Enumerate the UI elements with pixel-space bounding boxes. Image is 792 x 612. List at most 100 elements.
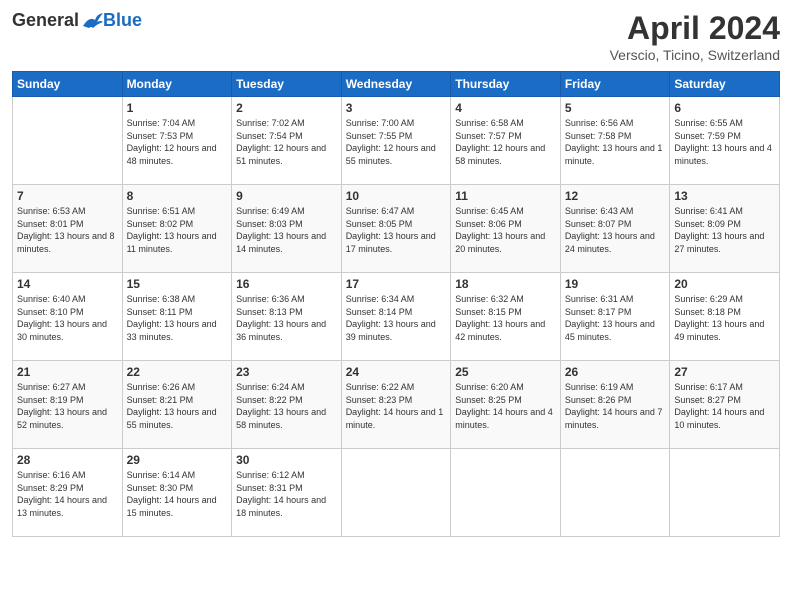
- day-number: 27: [674, 365, 775, 379]
- day-info: Sunrise: 6:17 AM Sunset: 8:27 PM Dayligh…: [674, 381, 775, 431]
- day-number: 7: [17, 189, 118, 203]
- day-info: Sunrise: 6:51 AM Sunset: 8:02 PM Dayligh…: [127, 205, 228, 255]
- table-row: 5 Sunrise: 6:56 AM Sunset: 7:58 PM Daylig…: [560, 97, 670, 185]
- table-row: [560, 449, 670, 537]
- month-title: April 2024: [610, 10, 780, 47]
- day-info: Sunrise: 6:38 AM Sunset: 8:11 PM Dayligh…: [127, 293, 228, 343]
- day-info: Sunrise: 6:19 AM Sunset: 8:26 PM Dayligh…: [565, 381, 666, 431]
- calendar-week-row: 1 Sunrise: 7:04 AM Sunset: 7:53 PM Daylig…: [13, 97, 780, 185]
- day-number: 26: [565, 365, 666, 379]
- day-number: 3: [346, 101, 447, 115]
- calendar-week-row: 7 Sunrise: 6:53 AM Sunset: 8:01 PM Daylig…: [13, 185, 780, 273]
- table-row: 14 Sunrise: 6:40 AM Sunset: 8:10 PM Dayli…: [13, 273, 123, 361]
- day-info: Sunrise: 6:56 AM Sunset: 7:58 PM Dayligh…: [565, 117, 666, 167]
- calendar-week-row: 21Sunrise: 6:27 AM Sunset: 8:19 PM Dayli…: [13, 361, 780, 449]
- day-info: Sunrise: 6:31 AM Sunset: 8:17 PM Dayligh…: [565, 293, 666, 343]
- table-row: 6 Sunrise: 6:55 AM Sunset: 7:59 PM Daylig…: [670, 97, 780, 185]
- table-row: 29 Sunrise: 6:14 AM Sunset: 8:30 PM Dayli…: [122, 449, 232, 537]
- calendar-header-row: Sunday Monday Tuesday Wednesday Thursday…: [13, 72, 780, 97]
- logo-blue-text: Blue: [103, 10, 142, 31]
- col-wednesday: Wednesday: [341, 72, 451, 97]
- table-row: 7 Sunrise: 6:53 AM Sunset: 8:01 PM Daylig…: [13, 185, 123, 273]
- col-tuesday: Tuesday: [232, 72, 342, 97]
- day-number: 20: [674, 277, 775, 291]
- table-row: 13 Sunrise: 6:41 AM Sunset: 8:09 PM Dayli…: [670, 185, 780, 273]
- logo-general-text: General: [12, 10, 79, 31]
- day-number: 15: [127, 277, 228, 291]
- col-monday: Monday: [122, 72, 232, 97]
- day-info: Sunrise: 6:41 AM Sunset: 8:09 PM Dayligh…: [674, 205, 775, 255]
- day-info: Sunrise: 6:43 AM Sunset: 8:07 PM Dayligh…: [565, 205, 666, 255]
- day-number: 16: [236, 277, 337, 291]
- day-info: Sunrise: 6:55 AM Sunset: 7:59 PM Dayligh…: [674, 117, 775, 167]
- day-number: 2: [236, 101, 337, 115]
- table-row: 8 Sunrise: 6:51 AM Sunset: 8:02 PM Daylig…: [122, 185, 232, 273]
- table-row: 16 Sunrise: 6:36 AM Sunset: 8:13 PM Dayli…: [232, 273, 342, 361]
- calendar-week-row: 28Sunrise: 6:16 AM Sunset: 8:29 PM Dayli…: [13, 449, 780, 537]
- day-number: 29: [127, 453, 228, 467]
- day-info: Sunrise: 6:22 AM Sunset: 8:23 PM Dayligh…: [346, 381, 447, 431]
- day-info: Sunrise: 6:29 AM Sunset: 8:18 PM Dayligh…: [674, 293, 775, 343]
- day-info: Sunrise: 6:27 AM Sunset: 8:19 PM Dayligh…: [17, 381, 118, 431]
- day-number: 8: [127, 189, 228, 203]
- day-number: 14: [17, 277, 118, 291]
- day-info: Sunrise: 6:47 AM Sunset: 8:05 PM Dayligh…: [346, 205, 447, 255]
- day-number: 1: [127, 101, 228, 115]
- table-row: 25 Sunrise: 6:20 AM Sunset: 8:25 PM Dayli…: [451, 361, 561, 449]
- day-number: 28: [17, 453, 118, 467]
- day-number: 25: [455, 365, 556, 379]
- calendar-table: Sunday Monday Tuesday Wednesday Thursday…: [12, 71, 780, 537]
- table-row: [341, 449, 451, 537]
- col-saturday: Saturday: [670, 72, 780, 97]
- day-number: 30: [236, 453, 337, 467]
- table-row: [13, 97, 123, 185]
- day-info: Sunrise: 6:32 AM Sunset: 8:15 PM Dayligh…: [455, 293, 556, 343]
- day-info: Sunrise: 7:04 AM Sunset: 7:53 PM Dayligh…: [127, 117, 228, 167]
- table-row: 3Sunrise: 7:00 AM Sunset: 7:55 PM Daylig…: [341, 97, 451, 185]
- table-row: 17Sunrise: 6:34 AM Sunset: 8:14 PM Dayli…: [341, 273, 451, 361]
- table-row: 9 Sunrise: 6:49 AM Sunset: 8:03 PM Daylig…: [232, 185, 342, 273]
- table-row: 28Sunrise: 6:16 AM Sunset: 8:29 PM Dayli…: [13, 449, 123, 537]
- logo: General Blue: [12, 10, 142, 31]
- table-row: 1 Sunrise: 7:04 AM Sunset: 7:53 PM Daylig…: [122, 97, 232, 185]
- table-row: 21Sunrise: 6:27 AM Sunset: 8:19 PM Dayli…: [13, 361, 123, 449]
- day-number: 23: [236, 365, 337, 379]
- table-row: 4Sunrise: 6:58 AM Sunset: 7:57 PM Daylig…: [451, 97, 561, 185]
- day-number: 24: [346, 365, 447, 379]
- day-info: Sunrise: 6:14 AM Sunset: 8:30 PM Dayligh…: [127, 469, 228, 519]
- day-info: Sunrise: 6:26 AM Sunset: 8:21 PM Dayligh…: [127, 381, 228, 431]
- day-number: 5: [565, 101, 666, 115]
- location-text: Verscio, Ticino, Switzerland: [610, 47, 780, 63]
- page-container: General Blue April 2024 Verscio, Ticino,…: [0, 0, 792, 612]
- table-row: 22 Sunrise: 6:26 AM Sunset: 8:21 PM Dayli…: [122, 361, 232, 449]
- day-info: Sunrise: 6:53 AM Sunset: 8:01 PM Dayligh…: [17, 205, 118, 255]
- table-row: [451, 449, 561, 537]
- day-info: Sunrise: 6:58 AM Sunset: 7:57 PM Dayligh…: [455, 117, 556, 167]
- day-number: 22: [127, 365, 228, 379]
- day-info: Sunrise: 6:45 AM Sunset: 8:06 PM Dayligh…: [455, 205, 556, 255]
- table-row: 19Sunrise: 6:31 AM Sunset: 8:17 PM Dayli…: [560, 273, 670, 361]
- col-friday: Friday: [560, 72, 670, 97]
- day-info: Sunrise: 6:36 AM Sunset: 8:13 PM Dayligh…: [236, 293, 337, 343]
- table-row: 15 Sunrise: 6:38 AM Sunset: 8:11 PM Dayli…: [122, 273, 232, 361]
- day-number: 10: [346, 189, 447, 203]
- day-info: Sunrise: 6:40 AM Sunset: 8:10 PM Dayligh…: [17, 293, 118, 343]
- day-info: Sunrise: 6:20 AM Sunset: 8:25 PM Dayligh…: [455, 381, 556, 431]
- calendar-week-row: 14 Sunrise: 6:40 AM Sunset: 8:10 PM Dayli…: [13, 273, 780, 361]
- day-info: Sunrise: 6:49 AM Sunset: 8:03 PM Dayligh…: [236, 205, 337, 255]
- table-row: 23Sunrise: 6:24 AM Sunset: 8:22 PM Dayli…: [232, 361, 342, 449]
- col-thursday: Thursday: [451, 72, 561, 97]
- table-row: 18Sunrise: 6:32 AM Sunset: 8:15 PM Dayli…: [451, 273, 561, 361]
- day-number: 9: [236, 189, 337, 203]
- day-number: 17: [346, 277, 447, 291]
- table-row: [670, 449, 780, 537]
- day-number: 13: [674, 189, 775, 203]
- table-row: 11Sunrise: 6:45 AM Sunset: 8:06 PM Dayli…: [451, 185, 561, 273]
- day-info: Sunrise: 7:02 AM Sunset: 7:54 PM Dayligh…: [236, 117, 337, 167]
- day-info: Sunrise: 6:12 AM Sunset: 8:31 PM Dayligh…: [236, 469, 337, 519]
- page-header: General Blue April 2024 Verscio, Ticino,…: [12, 10, 780, 63]
- table-row: 24 Sunrise: 6:22 AM Sunset: 8:23 PM Dayli…: [341, 361, 451, 449]
- table-row: 30 Sunrise: 6:12 AM Sunset: 8:31 PM Dayli…: [232, 449, 342, 537]
- day-number: 6: [674, 101, 775, 115]
- table-row: 10 Sunrise: 6:47 AM Sunset: 8:05 PM Dayli…: [341, 185, 451, 273]
